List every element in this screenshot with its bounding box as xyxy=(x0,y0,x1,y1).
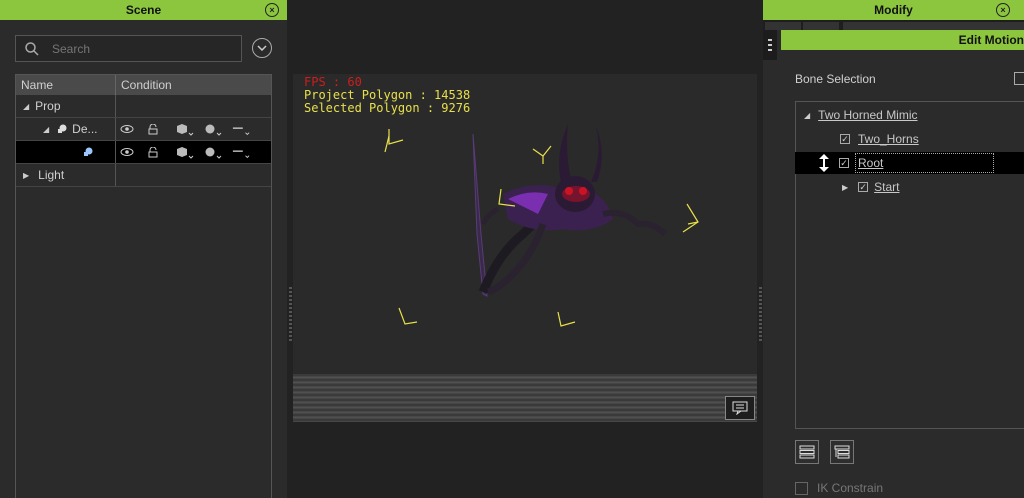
message-button[interactable] xyxy=(725,396,755,420)
expand-triangle-icon[interactable]: ◢ xyxy=(23,102,29,111)
tab-placeholder[interactable] xyxy=(843,22,1024,30)
tab-placeholder[interactable] xyxy=(765,22,801,30)
ik-constrain-checkbox[interactable] xyxy=(795,481,808,495)
tree-header: Name Condition xyxy=(16,75,271,95)
expand-triangle-icon[interactable]: ◢ xyxy=(43,125,49,134)
lock-icon[interactable] xyxy=(148,145,166,159)
prop-node-icon xyxy=(58,124,67,133)
bone-row-root-model[interactable]: ◢ Two Horned Mimic xyxy=(804,104,918,126)
visibility-eye-icon[interactable] xyxy=(120,122,138,136)
tree-row-selected[interactable] xyxy=(16,141,271,164)
expand-triangle-icon[interactable]: ◢ xyxy=(804,111,810,120)
chevron-down-icon xyxy=(257,45,267,51)
bone-label[interactable]: Two_Horns xyxy=(858,132,919,146)
line-style-icon[interactable] xyxy=(232,145,250,159)
bone-selection-label: Bone Selection xyxy=(795,72,876,86)
visibility-eye-icon[interactable] xyxy=(120,145,138,159)
scene-tree: Name Condition ◢ Prop ◢ De... ▶ Light xyxy=(15,74,272,498)
expand-all-button[interactable] xyxy=(795,440,819,464)
line-style-icon[interactable] xyxy=(232,122,250,136)
bone-label[interactable]: Two Horned Mimic xyxy=(818,108,917,122)
cube-render-icon[interactable] xyxy=(176,145,194,159)
bone-row-start[interactable]: ▶ ✓ Start xyxy=(842,176,900,198)
bone-label[interactable]: Start xyxy=(874,180,899,194)
tree-row-light[interactable]: ▶ Light xyxy=(16,164,271,187)
filter-dropdown-button[interactable] xyxy=(252,38,272,58)
close-icon[interactable]: × xyxy=(996,3,1010,17)
collapse-all-button[interactable] xyxy=(830,440,854,464)
tab-placeholder[interactable] xyxy=(803,22,839,30)
bone-row-root[interactable]: ✓ Root xyxy=(795,152,1024,174)
ik-constrain-label: IK Constrain xyxy=(817,481,884,495)
chat-message-icon xyxy=(732,401,748,415)
ik-constrain-option[interactable]: IK Constrain xyxy=(795,481,883,495)
3d-viewport[interactable]: FPS : 60 Project Polygon : 14538 Selecte… xyxy=(293,74,757,422)
sphere-shadow-icon[interactable] xyxy=(204,145,222,159)
vertical-dots-icon xyxy=(768,39,772,51)
tree-row-label: Light xyxy=(38,168,65,182)
bone-label[interactable]: Root xyxy=(855,153,995,173)
sphere-shadow-icon[interactable] xyxy=(204,122,222,136)
lock-icon[interactable] xyxy=(148,122,166,136)
bone-checkbox[interactable]: ✓ xyxy=(839,158,849,168)
edit-motion-title: Edit Motion xyxy=(958,33,1024,47)
resize-vertical-cursor-icon xyxy=(819,154,829,172)
tree-row-prop[interactable]: ◢ Prop xyxy=(16,95,271,118)
modify-panel-title: Modify xyxy=(874,3,913,17)
search-box xyxy=(15,35,242,62)
search-icon xyxy=(25,41,39,56)
tree-row-label: De... xyxy=(72,122,98,136)
cube-render-icon[interactable] xyxy=(176,122,194,136)
ground-plane xyxy=(293,374,757,422)
bone-checkbox[interactable]: ✓ xyxy=(840,134,850,144)
list-collapse-icon xyxy=(834,445,850,459)
collapse-triangle-icon[interactable]: ▶ xyxy=(842,183,848,192)
tree-row-label: Prop xyxy=(35,99,61,113)
bone-selection-checkbox[interactable] xyxy=(1014,72,1024,85)
edit-motion-header: Edit Motion xyxy=(781,30,1024,50)
left-splitter-handle[interactable] xyxy=(289,287,292,343)
tree-row-prop-item[interactable]: ◢ De... xyxy=(16,118,271,141)
modify-panel-header: Modify × xyxy=(763,0,1024,20)
modify-tabstrip xyxy=(763,20,1024,30)
list-expand-icon xyxy=(799,445,815,459)
column-header-name[interactable]: Name xyxy=(16,75,116,95)
panel-menu-handle[interactable] xyxy=(763,30,777,60)
viewport-panel: FPS : 60 Project Polygon : 14538 Selecte… xyxy=(287,0,763,498)
bone-tree: ◢ Two Horned Mimic ✓ Two_Horns ✓ Root ▶ … xyxy=(795,101,1024,429)
close-icon[interactable]: × xyxy=(265,3,279,17)
bone-row-two-horns[interactable]: ✓ Two_Horns xyxy=(840,128,919,150)
column-header-condition[interactable]: Condition xyxy=(116,75,172,95)
scene-panel-header: Scene × xyxy=(0,0,287,20)
prop-node-icon xyxy=(84,147,93,156)
modify-panel: Modify × Edit Motion Bone Selection ◢ Tw… xyxy=(763,0,1024,498)
scene-panel-title: Scene xyxy=(125,3,162,17)
right-splitter-handle[interactable] xyxy=(759,287,762,343)
search-input[interactable] xyxy=(50,40,224,57)
collapse-triangle-icon[interactable]: ▶ xyxy=(23,171,29,180)
bone-checkbox[interactable]: ✓ xyxy=(858,182,869,192)
scene-panel: Scene × Name Condition ◢ Prop xyxy=(0,0,287,498)
creature-model[interactable] xyxy=(293,74,757,422)
